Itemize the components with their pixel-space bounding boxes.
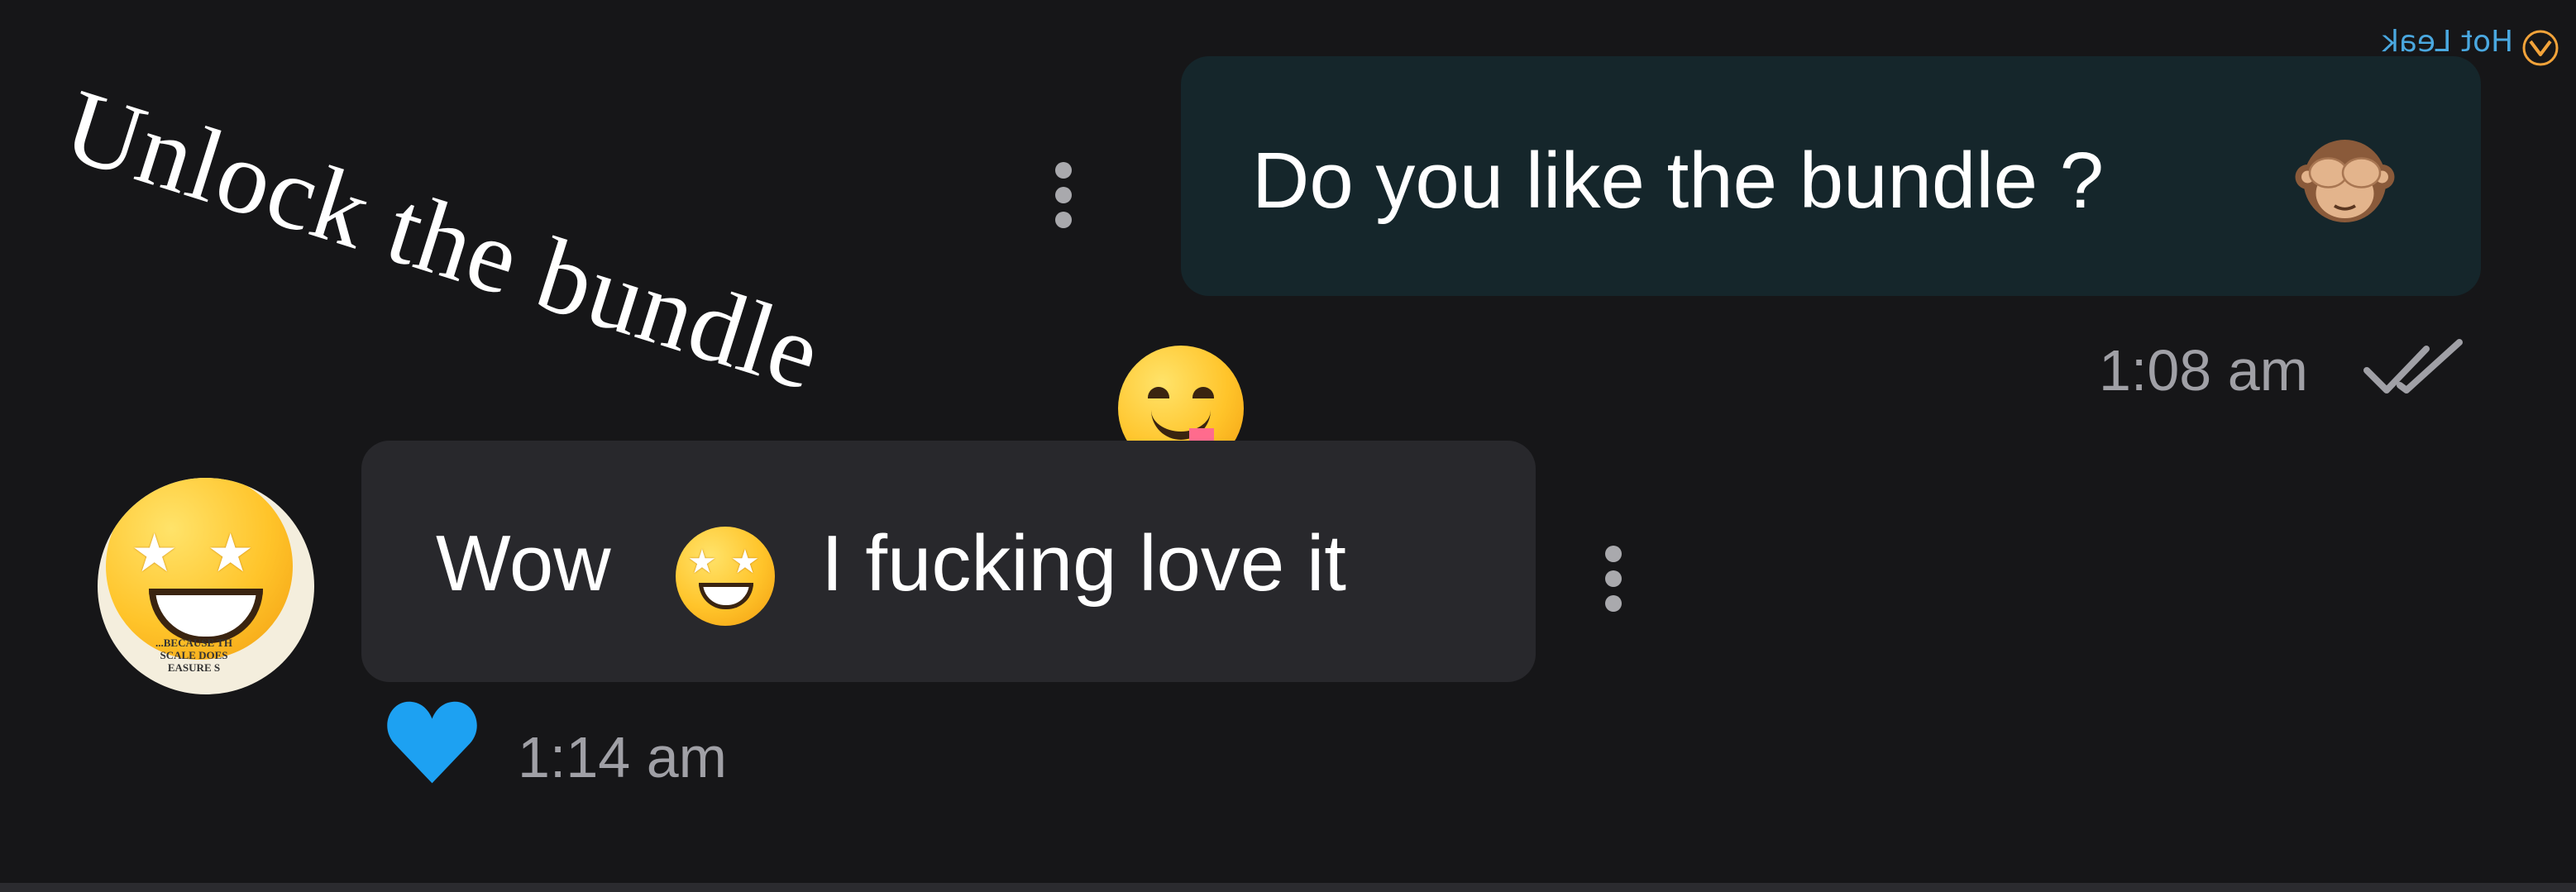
watermark-text: Hot Leak bbox=[2382, 25, 2514, 59]
sent-message-options-icon[interactable] bbox=[1054, 162, 1073, 228]
received-message-options-icon[interactable] bbox=[1603, 546, 1623, 612]
sent-message-text: Do you like the bundle ? bbox=[1252, 136, 2105, 225]
overlay-caption-text: Unlock the bundle bbox=[51, 67, 834, 413]
bottom-divider bbox=[0, 883, 2576, 892]
overlay-caption: Unlock the bundle bbox=[51, 66, 834, 415]
received-message-text-start: Wow bbox=[436, 519, 611, 608]
sent-message-bubble[interactable]: Do you like the bundle ? bbox=[1181, 56, 2481, 296]
avatar-caption: ...BECAUSE TH SCALE DOES EASURE S bbox=[155, 637, 232, 674]
heart-icon[interactable] bbox=[385, 696, 480, 787]
received-message-time: 1:14 am bbox=[518, 725, 727, 789]
star-struck-emoji-icon: ★ ★ bbox=[106, 478, 293, 660]
double-check-icon bbox=[2363, 339, 2463, 394]
watermark-logo-icon bbox=[2522, 30, 2559, 66]
received-message-text-end: I fucking love it bbox=[821, 519, 1346, 608]
contact-avatar[interactable]: ★ ★ ...BECAUSE TH SCALE DOES EASURE S bbox=[98, 478, 314, 694]
sent-message-time: 1:08 am bbox=[2099, 338, 2308, 403]
star-struck-emoji-icon: ★ ★ bbox=[676, 527, 775, 626]
received-message-bubble[interactable]: Wow ★ ★ I fucking love it bbox=[361, 441, 1536, 682]
see-no-evil-monkey-icon bbox=[2295, 140, 2395, 222]
